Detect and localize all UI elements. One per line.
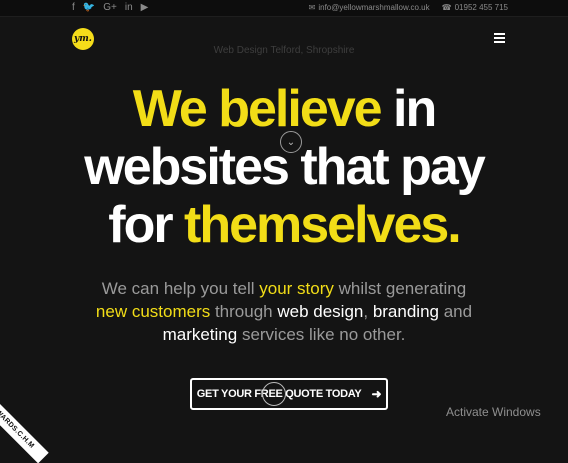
google-plus-icon[interactable]: G+ (103, 2, 117, 14)
phone-text: 01952 455 715 (454, 3, 508, 12)
sub-service: web design (277, 302, 364, 321)
sub-text: through (210, 302, 278, 321)
mail-icon: ✉ (308, 3, 316, 12)
twitter-icon[interactable]: 🐦 (83, 2, 95, 14)
sub-highlight: your story (259, 279, 334, 298)
hero-headline: We believe in websites that pay for them… (0, 80, 568, 254)
phone-icon: ☎ (441, 3, 452, 12)
sub-text: We can help you tell (101, 279, 260, 298)
headline-text: in (380, 80, 437, 138)
headline-highlight: themselves. (184, 196, 462, 254)
sub-text: and (438, 302, 473, 321)
contact-info: ✉ info@yellowmarshmallow.co.uk ☎ 01952 455… (309, 2, 508, 14)
hero-subtext: We can help you tell your story whilst g… (0, 277, 568, 346)
headline-text: for (108, 196, 185, 254)
sub-highlight: new customers (95, 302, 211, 321)
sub-text: services like no other. (237, 325, 406, 344)
linkedin-icon[interactable]: in (125, 2, 133, 14)
headline-line-3: for themselves. (0, 196, 568, 254)
social-links: f 🐦 G+ in ▶ (72, 2, 148, 14)
headline-highlight: We believe (132, 80, 383, 138)
sub-text: , (363, 302, 373, 321)
arrow-right-icon: ➜ (371, 387, 382, 401)
tagline: Web Design Telford, Shropshire (213, 45, 355, 56)
email-link[interactable]: ✉ info@yellowmarshmallow.co.uk (309, 2, 430, 14)
get-quote-button[interactable]: GET YOUR FREE QUOTE TODAY ➜ (190, 378, 388, 410)
youtube-icon[interactable]: ▶ (141, 2, 149, 14)
phone-link[interactable]: ☎ 01952 455 715 (442, 2, 508, 14)
facebook-icon[interactable]: f (72, 2, 75, 14)
sub-service: branding (372, 302, 439, 321)
cursor-ring-icon (262, 382, 286, 406)
email-text: info@yellowmarshmallow.co.uk (318, 3, 430, 12)
sub-service: marketing (162, 325, 238, 344)
headline-line-1: We believe in (0, 80, 568, 138)
hamburger-menu-icon[interactable] (494, 33, 505, 43)
activate-windows-watermark: Activate Windows (446, 405, 541, 419)
awwwards-ribbon[interactable]: AWWWARDS.C.H.M (0, 382, 49, 463)
scroll-down-icon[interactable]: ⌄ (280, 131, 302, 153)
top-bar: f 🐦 G+ in ▶ ✉ info@yellowmarshmallow.co.u… (0, 0, 568, 17)
sub-text: whilst generating (333, 279, 467, 298)
